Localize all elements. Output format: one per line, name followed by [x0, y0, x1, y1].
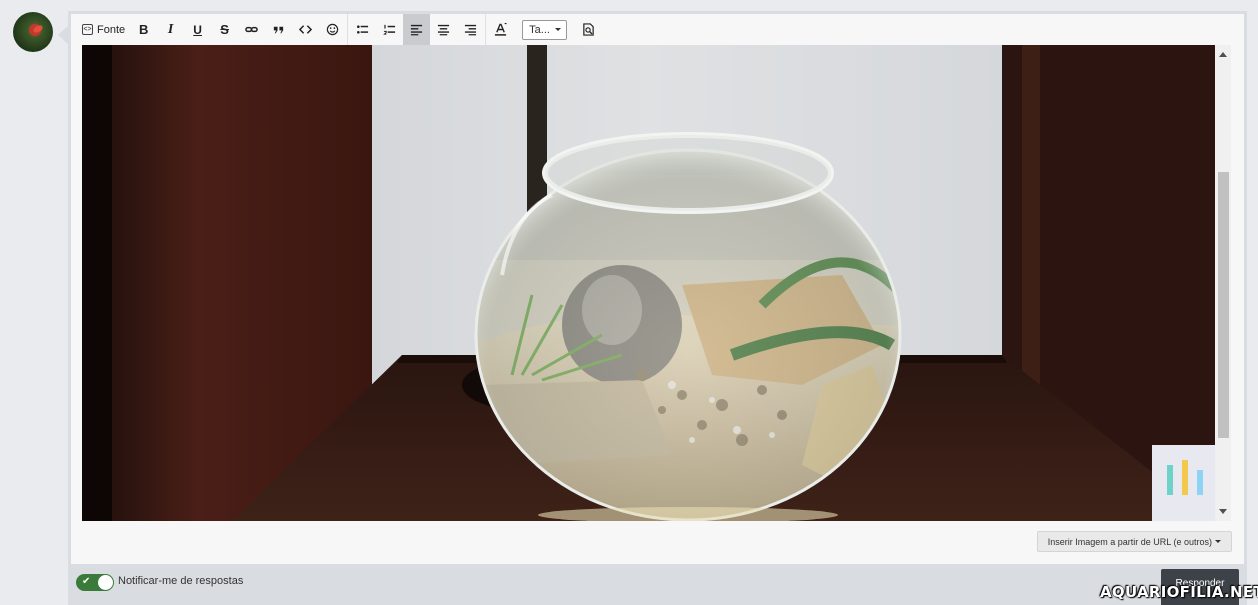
numbered-list-icon: [383, 24, 396, 35]
insert-image-url-button[interactable]: Inserir Imagem a partir de URL (e outros…: [1036, 531, 1232, 552]
quote-icon: [273, 26, 284, 34]
toolbar-divider: [485, 14, 487, 45]
align-center-button[interactable]: [430, 14, 457, 45]
chevron-down-icon: [555, 28, 562, 31]
insert-image-url-label: Inserir Imagem a partir de URL (e outros…: [1047, 536, 1212, 547]
emoji-icon: [326, 23, 339, 36]
quote-button[interactable]: [265, 14, 292, 45]
editor-pointer: [58, 26, 68, 44]
bold-icon: B: [138, 22, 149, 37]
link-button[interactable]: [238, 14, 265, 45]
underline-button[interactable]: U: [184, 14, 211, 45]
check-icon: ✔: [82, 576, 91, 587]
editor-toolbar: <> Fonte B I U S Ta...: [71, 14, 1244, 45]
font-source-button[interactable]: <> Fonte: [77, 14, 130, 45]
watermark-text: AQUARIOFILIA.NET: [1100, 583, 1258, 601]
align-center-icon: [438, 24, 450, 36]
strikethrough-icon: S: [220, 22, 229, 37]
bullet-list-button[interactable]: [349, 14, 376, 45]
chevron-down-icon: [1215, 540, 1221, 543]
reply-footer: [68, 564, 1247, 605]
user-avatar[interactable]: [13, 12, 53, 52]
fishbowl-photo[interactable]: [82, 45, 1215, 521]
source-icon: <>: [82, 24, 93, 35]
preview-icon: [583, 23, 594, 36]
scrollbar-thumb[interactable]: [1218, 172, 1229, 438]
scroll-down-icon[interactable]: [1219, 509, 1227, 514]
code-button[interactable]: [292, 14, 319, 45]
bullet-list-icon: [357, 25, 369, 34]
scroll-up-icon[interactable]: [1219, 52, 1227, 57]
editor-content-area[interactable]: [82, 45, 1215, 521]
preview-button[interactable]: [575, 14, 602, 45]
numbered-list-button[interactable]: [376, 14, 403, 45]
bold-button[interactable]: B: [130, 14, 157, 45]
code-icon: [299, 25, 313, 34]
emoji-button[interactable]: [319, 14, 346, 45]
site-watermark: AQUARIOFILIA.NET➹: [1100, 583, 1258, 601]
align-right-icon: [465, 24, 477, 36]
editor-scrollbar[interactable]: [1215, 45, 1231, 521]
link-icon: [245, 26, 258, 33]
italic-button[interactable]: I: [157, 14, 184, 45]
font-size-value: Ta...: [529, 23, 550, 36]
align-left-button[interactable]: [403, 14, 431, 45]
underline-icon: U: [193, 22, 202, 37]
align-left-icon: [411, 24, 423, 36]
notify-toggle[interactable]: ✔: [76, 574, 114, 591]
text-color-icon: [495, 23, 507, 36]
toolbar-divider: [347, 14, 349, 45]
notify-label: Notificar-me de respostas: [118, 575, 244, 587]
align-right-button[interactable]: [457, 14, 484, 45]
font-size-select[interactable]: Ta...: [522, 19, 568, 40]
toggle-knob: [98, 575, 113, 590]
font-button-label: Fonte: [97, 23, 126, 36]
post-editor: <> Fonte B I U S Ta... Inserir Imagem a …: [68, 11, 1247, 564]
italic-icon: I: [167, 21, 174, 37]
strikethrough-button[interactable]: S: [211, 14, 238, 45]
text-color-button[interactable]: [487, 14, 514, 45]
